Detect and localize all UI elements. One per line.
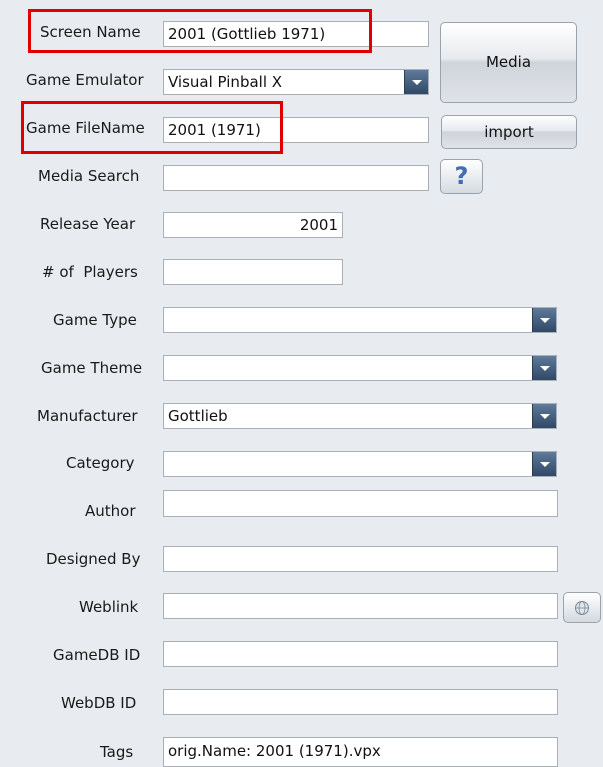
- open-weblink-button[interactable]: [563, 592, 601, 623]
- tags-label: Tags: [100, 743, 134, 761]
- tags-input[interactable]: orig.Name: 2001 (1971).vpx: [163, 737, 558, 767]
- num-players-label: # of Players: [42, 263, 138, 281]
- manufacturer-select[interactable]: Gottlieb: [163, 403, 557, 429]
- webdb-id-input[interactable]: [163, 689, 558, 715]
- category-label: Category: [66, 454, 135, 472]
- weblink-input[interactable]: [163, 593, 558, 619]
- author-input[interactable]: [163, 490, 558, 517]
- gamedb-id-input[interactable]: [163, 641, 558, 667]
- designed-by-label: Designed By: [46, 550, 141, 568]
- media-button[interactable]: Media: [440, 22, 577, 103]
- author-label: Author: [85, 502, 136, 520]
- media-search-input[interactable]: [163, 165, 429, 191]
- game-emulator-select[interactable]: Visual Pinball X: [163, 69, 429, 95]
- chevron-down-icon[interactable]: [532, 356, 556, 380]
- import-button[interactable]: import: [441, 115, 577, 149]
- category-select[interactable]: [163, 451, 557, 477]
- release-year-input[interactable]: 2001: [163, 212, 343, 238]
- webdb-id-label: WebDB ID: [61, 694, 137, 712]
- manufacturer-value: Gottlieb: [168, 407, 228, 425]
- designed-by-input[interactable]: [163, 546, 558, 572]
- highlight-screen-name: [28, 9, 372, 53]
- game-theme-select[interactable]: [163, 355, 557, 381]
- game-type-label: Game Type: [53, 311, 137, 329]
- chevron-down-icon[interactable]: [532, 404, 556, 428]
- game-type-select[interactable]: [163, 307, 557, 333]
- manufacturer-label: Manufacturer: [37, 407, 138, 425]
- help-button[interactable]: ?: [440, 159, 483, 194]
- gamedb-id-label: GameDB ID: [53, 646, 141, 664]
- num-players-input[interactable]: [163, 259, 343, 285]
- game-emulator-value: Visual Pinball X: [168, 73, 283, 91]
- highlight-game-filename: [21, 101, 283, 154]
- game-emulator-label: Game Emulator: [26, 71, 144, 89]
- globe-icon: [575, 601, 589, 615]
- media-search-label: Media Search: [38, 167, 140, 185]
- release-year-label: Release Year: [40, 215, 136, 233]
- chevron-down-icon[interactable]: [404, 70, 428, 94]
- weblink-label: Weblink: [79, 598, 139, 616]
- question-mark-icon: ?: [454, 162, 469, 190]
- chevron-down-icon[interactable]: [532, 452, 556, 476]
- chevron-down-icon[interactable]: [532, 308, 556, 332]
- game-theme-label: Game Theme: [41, 359, 143, 377]
